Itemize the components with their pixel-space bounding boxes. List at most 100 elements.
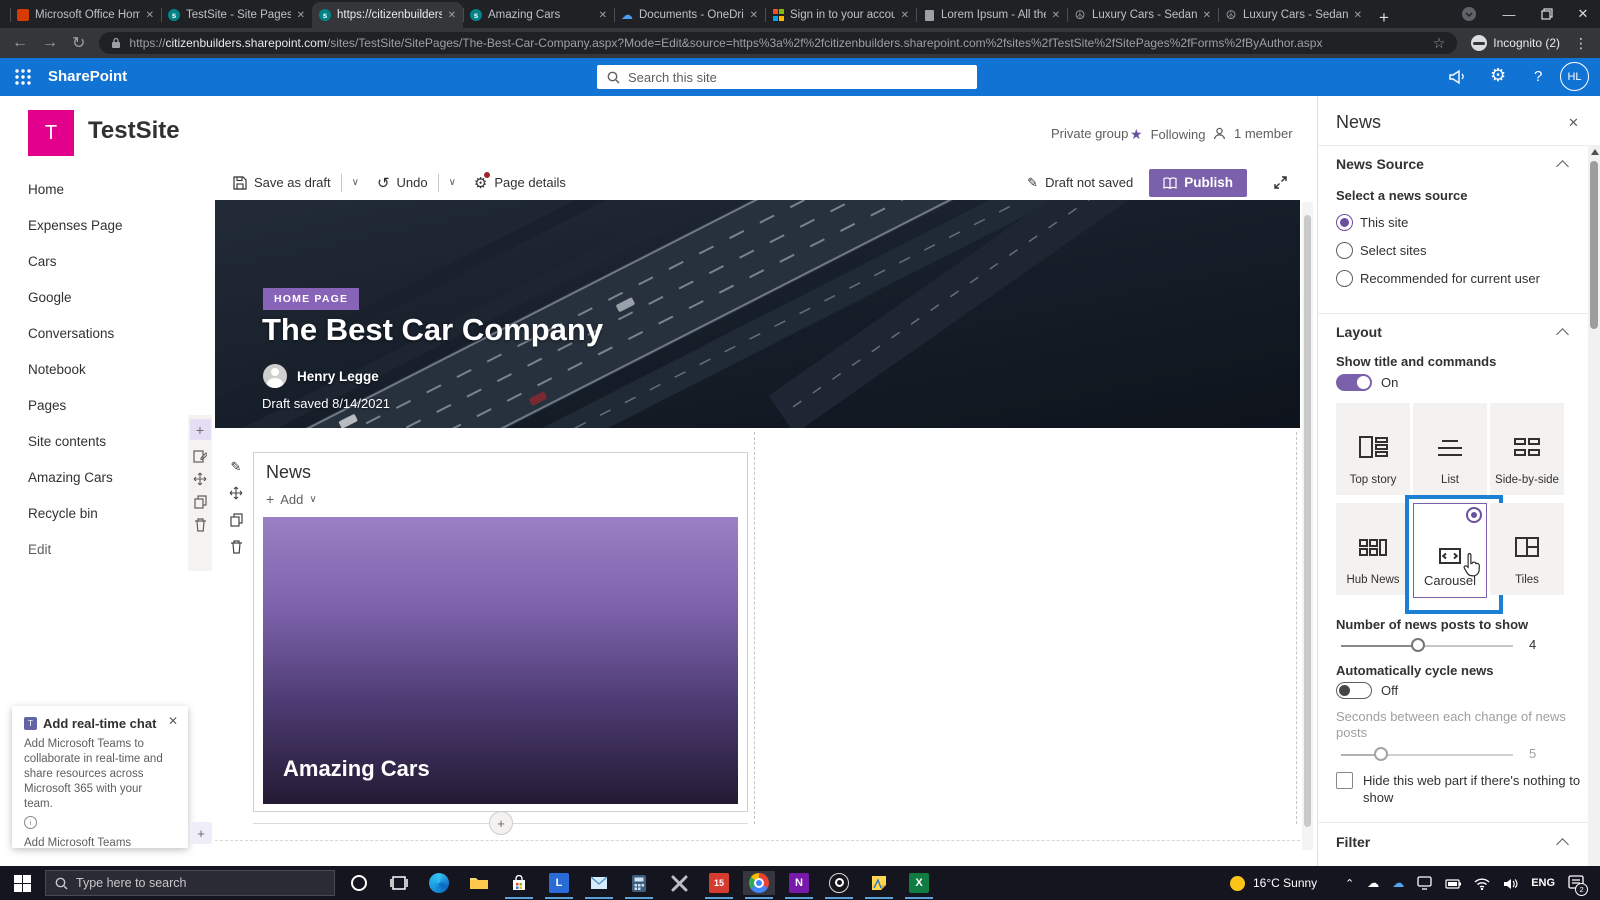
tab-close-icon[interactable]: ✕: [599, 10, 607, 21]
canvas-scrollbar-thumb[interactable]: [1304, 215, 1311, 827]
calculator-icon[interactable]: [623, 871, 655, 899]
suite-brand[interactable]: SharePoint: [48, 68, 127, 85]
edit-webpart-icon[interactable]: ✎: [231, 460, 242, 473]
add-teams-link[interactable]: Add Microsoft Teams: [24, 837, 176, 849]
browser-tab[interactable]: ☮ Luxury Cars - Sedans, ✕: [1218, 2, 1369, 28]
forward-icon[interactable]: →: [42, 34, 58, 52]
display-icon[interactable]: [1417, 876, 1432, 890]
nav-item-expenses-page[interactable]: Expenses Page: [0, 207, 180, 243]
following-button[interactable]: ★ Following: [1130, 126, 1205, 143]
browser-tab-active[interactable]: s https://citizenbuilders ✕: [312, 2, 463, 28]
tab-close-icon[interactable]: ✕: [1052, 10, 1060, 21]
notification-center-icon[interactable]: 2: [1568, 874, 1589, 896]
back-icon[interactable]: ←: [12, 34, 28, 52]
radio-recommended[interactable]: Recommended for current user: [1336, 270, 1540, 287]
tray-expand-icon[interactable]: ⌃: [1345, 877, 1354, 890]
news-source-header[interactable]: News Source: [1336, 156, 1424, 172]
page-details-button[interactable]: ⚙ Page details: [474, 171, 566, 192]
layout-option-tiles[interactable]: Tiles: [1490, 503, 1564, 595]
language-indicator[interactable]: ENG: [1531, 877, 1555, 889]
new-tab-button[interactable]: +: [1379, 8, 1389, 28]
excel-icon[interactable]: X: [903, 871, 935, 899]
window-minimize-button[interactable]: —: [1492, 0, 1526, 28]
expand-icon[interactable]: [1273, 175, 1288, 190]
cortana-icon[interactable]: [343, 871, 375, 895]
sticky-notes-icon[interactable]: [863, 871, 895, 899]
add-section-button[interactable]: +: [189, 419, 211, 440]
edit-section-icon[interactable]: [193, 449, 207, 463]
cloud-icon[interactable]: ☁: [1367, 876, 1379, 890]
nav-item-home[interactable]: Home: [0, 171, 180, 207]
tab-close-icon[interactable]: ✕: [146, 10, 154, 21]
start-button[interactable]: [6, 871, 38, 895]
collapse-chevron-icon[interactable]: [1556, 838, 1569, 851]
settings-gear-icon[interactable]: ⚙: [1490, 65, 1506, 86]
news-webpart[interactable]: News + Add ∨ Amazing Cars: [253, 452, 748, 812]
show-title-toggle[interactable]: [1336, 374, 1372, 391]
seconds-slider[interactable]: [1341, 747, 1513, 761]
tab-close-icon[interactable]: ✕: [1354, 10, 1362, 21]
nav-edit-link[interactable]: Edit: [0, 531, 180, 567]
taskbar-search-input[interactable]: Type here to search: [45, 870, 335, 896]
move-webpart-icon[interactable]: [229, 486, 243, 500]
chrome-icon[interactable]: [743, 871, 775, 899]
edge-icon[interactable]: [423, 871, 455, 895]
popup-close-icon[interactable]: ✕: [168, 714, 178, 728]
radio-select-sites[interactable]: Select sites: [1336, 242, 1426, 259]
browser-tab[interactable]: Lorem Ipsum - All the ✕: [916, 2, 1067, 28]
wifi-icon[interactable]: [1474, 877, 1490, 890]
browser-tab[interactable]: s TestSite - Site Pages - ✕: [161, 2, 312, 28]
mail-icon[interactable]: [583, 871, 615, 899]
weather-widget[interactable]: 16°C Sunny: [1230, 866, 1317, 900]
layout-option-top-story[interactable]: Top story: [1336, 403, 1410, 495]
tab-close-icon[interactable]: ✕: [297, 10, 305, 21]
undo-options-chevron-icon[interactable]: ∨: [449, 177, 456, 188]
collapse-chevron-icon[interactable]: [1556, 160, 1569, 173]
layout-header[interactable]: Layout: [1336, 324, 1382, 340]
move-section-icon[interactable]: [193, 472, 207, 486]
nav-item-cars[interactable]: Cars: [0, 243, 180, 279]
file-explorer-icon[interactable]: [463, 871, 495, 895]
duplicate-webpart-icon[interactable]: [229, 513, 243, 527]
panel-close-icon[interactable]: ✕: [1568, 115, 1579, 131]
reload-icon[interactable]: ↻: [72, 33, 85, 53]
tab-close-icon[interactable]: ✕: [901, 10, 909, 21]
browser-tab[interactable]: s Amazing Cars ✕: [463, 2, 614, 28]
window-restore-button[interactable]: [1530, 0, 1564, 28]
radio-this-site[interactable]: This site: [1336, 214, 1408, 231]
browser-tab[interactable]: ☮ Luxury Cars - Sedans, ✕: [1067, 2, 1218, 28]
obs-icon[interactable]: [823, 871, 855, 899]
save-options-chevron-icon[interactable]: ∨: [352, 177, 359, 188]
collapse-chevron-icon[interactable]: [1556, 328, 1569, 341]
info-icon[interactable]: i: [24, 815, 37, 829]
battery-icon[interactable]: [1445, 877, 1462, 890]
layout-option-side-by-side[interactable]: Side-by-side: [1490, 403, 1564, 495]
onenote-icon[interactable]: N: [783, 871, 815, 899]
add-section-bottom-button[interactable]: +: [190, 822, 212, 844]
megaphone-icon[interactable]: [1448, 68, 1467, 88]
account-avatar[interactable]: HL: [1560, 62, 1589, 91]
task-view-icon[interactable]: [383, 871, 415, 895]
url-field[interactable]: https://citizenbuilders.sharepoint.com/s…: [99, 32, 1458, 54]
nav-item-conversations[interactable]: Conversations: [0, 315, 180, 351]
delete-section-icon[interactable]: [194, 518, 207, 532]
layout-option-list[interactable]: List: [1413, 403, 1487, 495]
onedrive-icon[interactable]: ☁: [1392, 876, 1404, 890]
page-scrollbar-thumb[interactable]: [1590, 161, 1598, 329]
slider-thumb[interactable]: [1374, 747, 1388, 761]
window-close-button[interactable]: ✕: [1566, 0, 1600, 28]
nav-item-site-contents[interactable]: Site contents: [0, 423, 180, 459]
webpart-title[interactable]: News: [266, 462, 311, 483]
hide-webpart-checkbox[interactable]: [1336, 772, 1353, 789]
browser-menu-icon[interactable]: ⋮: [1574, 35, 1588, 52]
browser-tab[interactable]: Sign in to your accoun ✕: [765, 2, 916, 28]
layout-option-hub-news[interactable]: Hub News: [1336, 503, 1410, 595]
tab-close-icon[interactable]: ✕: [750, 10, 758, 21]
site-logo[interactable]: T: [28, 110, 74, 156]
members-button[interactable]: 1 member: [1213, 126, 1293, 141]
todo-icon[interactable]: 15: [703, 871, 735, 899]
volume-icon[interactable]: [1503, 877, 1518, 890]
undo-button[interactable]: ↺ Undo: [377, 174, 428, 192]
page-scrollbar[interactable]: [1588, 145, 1600, 866]
news-card[interactable]: Amazing Cars: [263, 517, 738, 804]
